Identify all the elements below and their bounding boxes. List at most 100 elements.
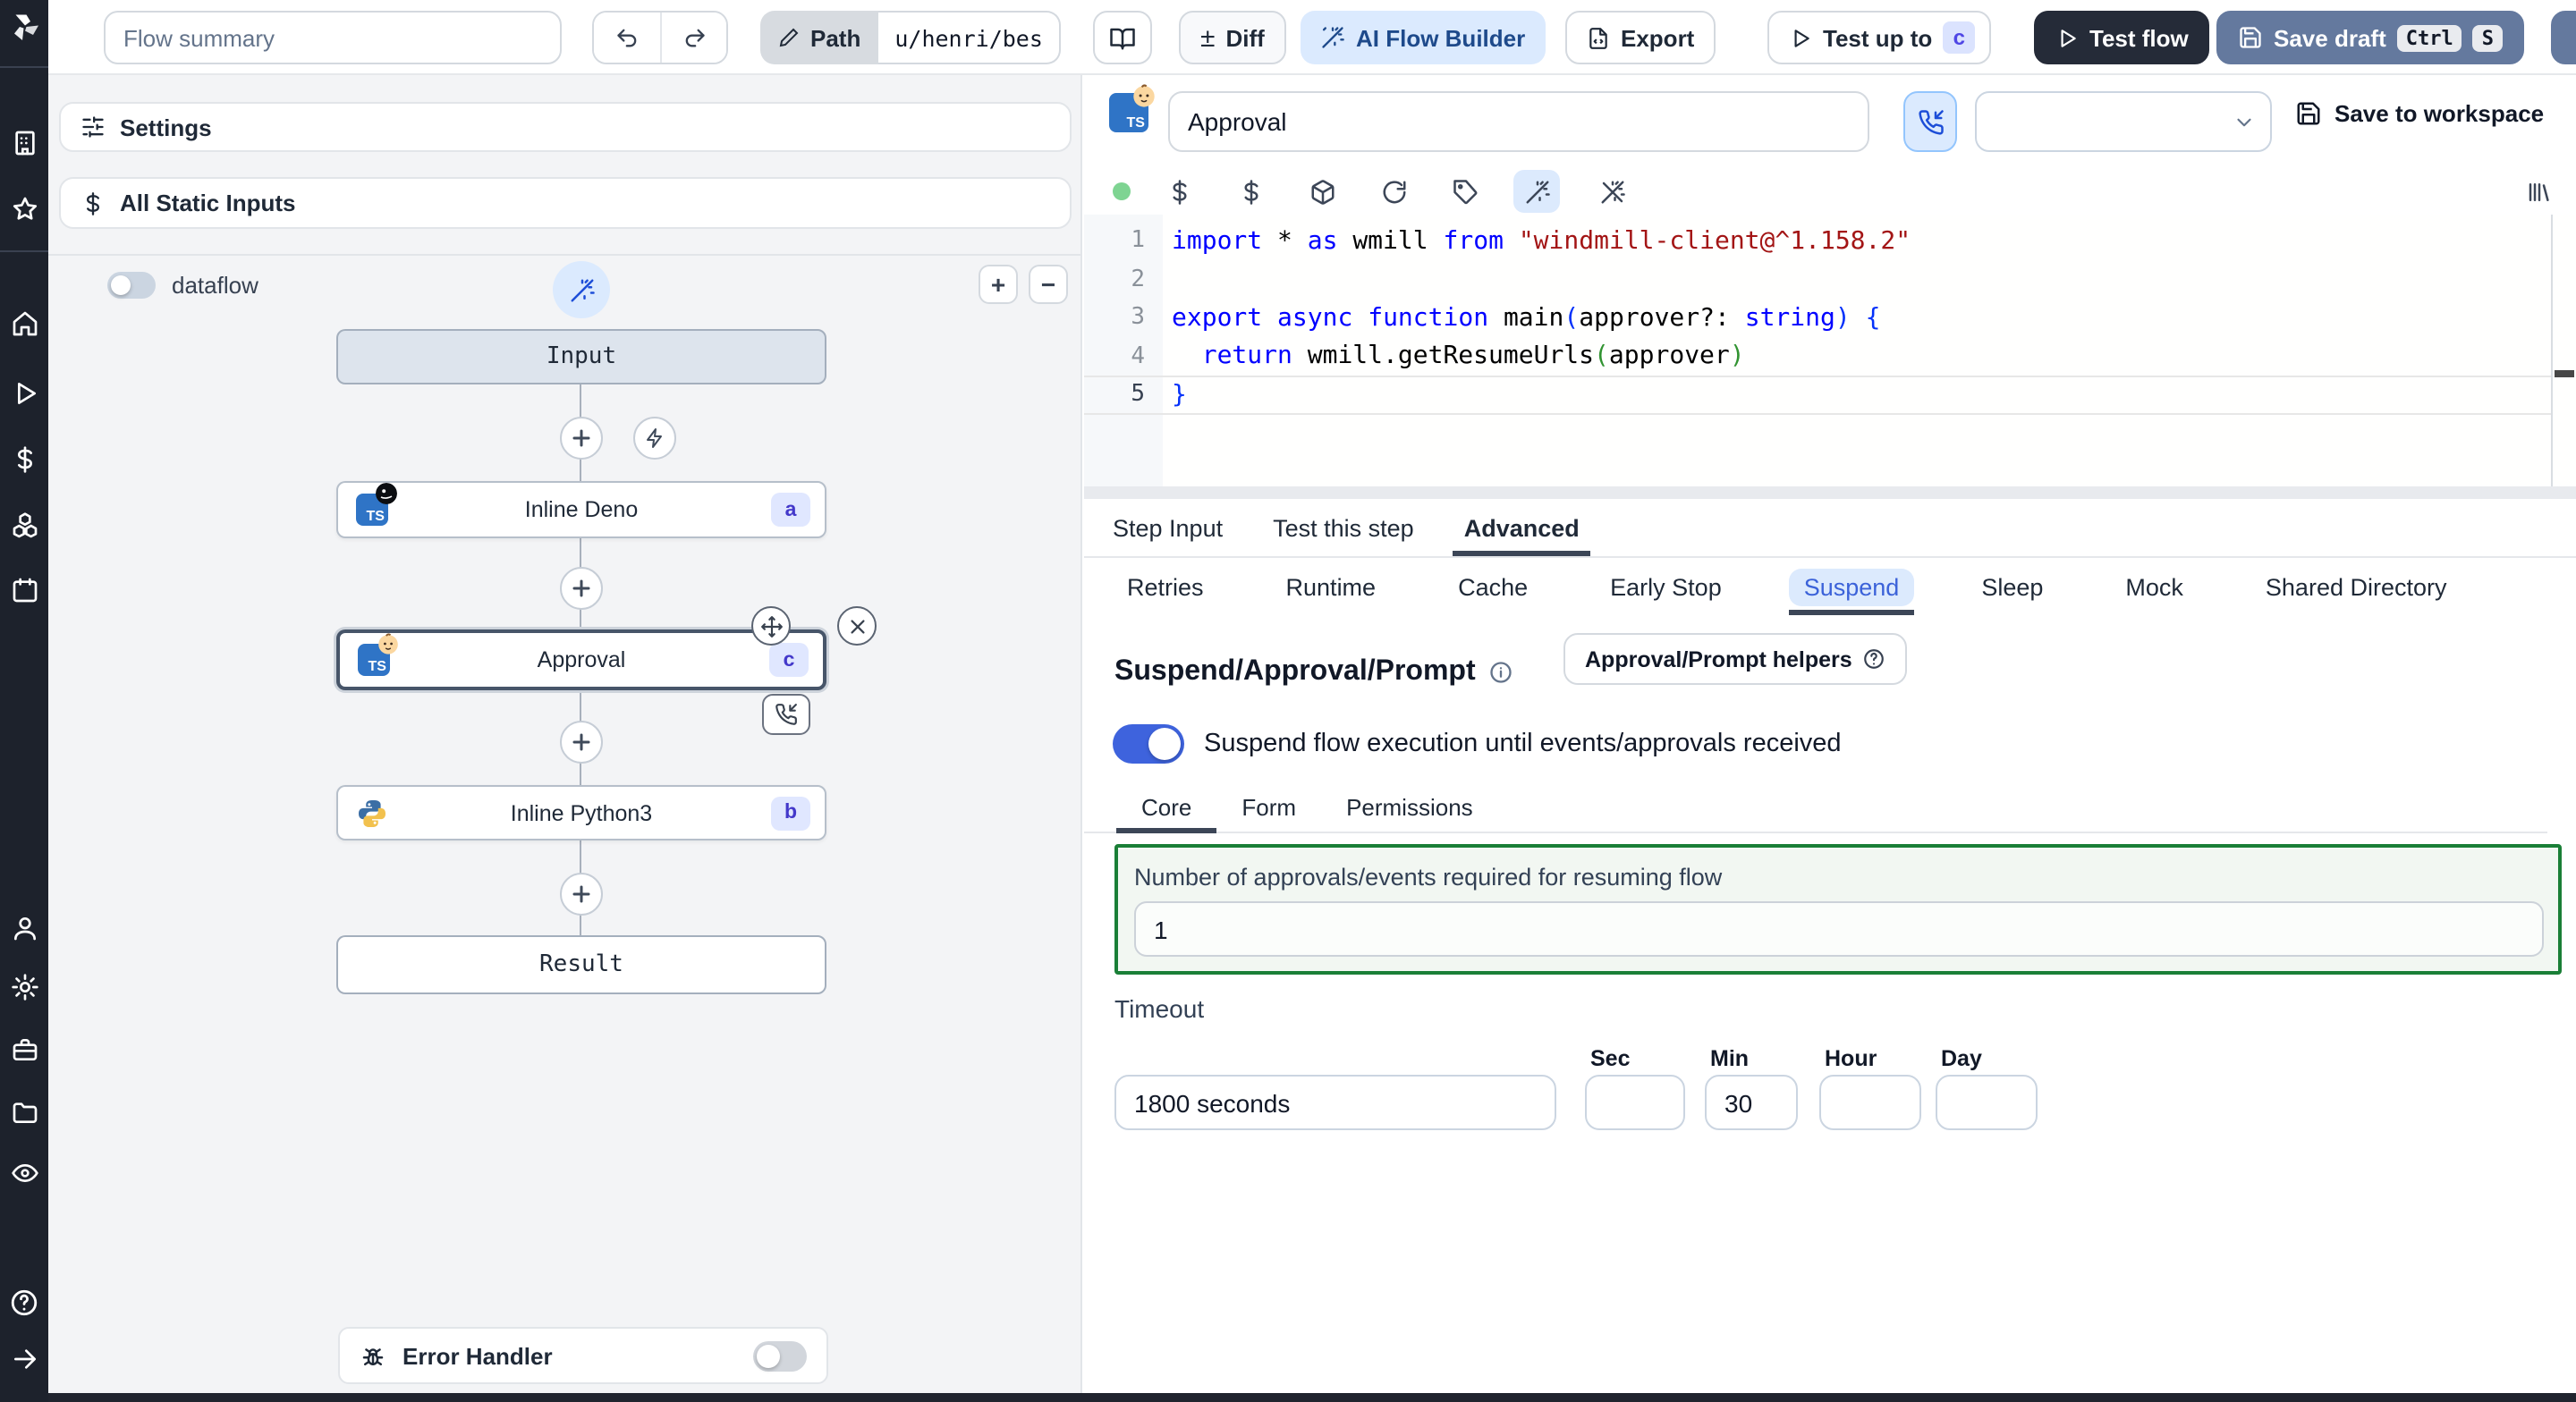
workspace-script-select[interactable] — [1975, 91, 2272, 152]
code-line-1[interactable]: 1 import * as wmill from "windmill-client… — [1084, 222, 2551, 260]
suspend-phone-button[interactable] — [1903, 91, 1957, 152]
approvals-required-group: Number of approvals/events required for … — [1114, 844, 2562, 975]
tab-core[interactable]: Core — [1116, 783, 1217, 833]
undo-button[interactable] — [594, 13, 660, 63]
approvals-required-input[interactable] — [1134, 901, 2544, 957]
subtab-early-stop[interactable]: Early Stop — [1596, 558, 1736, 615]
add-trigger-button[interactable] — [633, 417, 676, 460]
deploy-button-partial[interactable] — [2551, 11, 2576, 64]
subtab-retries[interactable]: Retries — [1113, 558, 1218, 615]
approval-prompt-helpers-button[interactable]: Approval/Prompt helpers — [1563, 633, 1908, 685]
ai-assistant-button[interactable] — [1513, 170, 1560, 213]
ai-off-button[interactable] — [1589, 170, 1635, 213]
all-static-inputs-button[interactable]: All Static Inputs — [59, 177, 1072, 229]
timeout-day-input[interactable] — [1936, 1075, 2038, 1130]
timeout-summary-input[interactable] — [1114, 1075, 1556, 1130]
baby-emoji-icon — [378, 633, 398, 655]
error-handler-card[interactable]: Error Handler — [338, 1327, 828, 1384]
dataflow-toggle[interactable] — [107, 272, 156, 299]
play-icon[interactable] — [8, 377, 40, 410]
flow-node-step-b[interactable]: Inline Python3 b — [336, 785, 826, 840]
save-icon — [2297, 102, 2320, 125]
subtab-cache[interactable]: Cache — [1444, 558, 1542, 615]
tab-test-this-step[interactable]: Test this step — [1273, 499, 1414, 556]
arrow-right-icon[interactable] — [8, 1343, 40, 1375]
add-step-button[interactable] — [560, 873, 603, 916]
building-icon[interactable] — [8, 127, 40, 159]
library-button[interactable] — [2515, 170, 2562, 213]
subtab-runtime[interactable]: Runtime — [1272, 558, 1391, 615]
move-step-button[interactable] — [751, 606, 791, 646]
kbd-s: S — [2472, 24, 2503, 51]
user-icon[interactable] — [8, 912, 40, 944]
timeout-min-input[interactable] — [1705, 1075, 1798, 1130]
node-label: Inline Deno — [524, 497, 639, 522]
save-draft-button[interactable]: Save draft Ctrl S — [2216, 11, 2524, 64]
code-line-4[interactable]: 4 return wmill.getResumeUrls(approver) — [1084, 337, 2551, 376]
flow-node-step-a[interactable]: TS Inline Deno a — [336, 481, 826, 538]
gear-icon[interactable] — [8, 971, 40, 1003]
add-step-button[interactable] — [560, 721, 603, 764]
zoom-out-button[interactable]: − — [1029, 265, 1068, 304]
timeout-sec-input[interactable] — [1585, 1075, 1685, 1130]
tab-step-input[interactable]: Step Input — [1113, 499, 1223, 556]
test-up-to-button[interactable]: Test up to c — [1767, 11, 1992, 64]
reload-button[interactable] — [1370, 170, 1417, 213]
info-icon[interactable] — [1488, 660, 1513, 685]
timeout-hour-input[interactable] — [1819, 1075, 1921, 1130]
redo-button[interactable] — [660, 13, 726, 63]
ai-flow-builder-button[interactable]: AI Flow Builder — [1301, 11, 1546, 64]
tab-form[interactable]: Form — [1216, 783, 1321, 832]
ai-graph-wand-button[interactable] — [553, 261, 610, 318]
help-icon[interactable] — [8, 1286, 40, 1318]
flow-summary-input[interactable] — [104, 11, 562, 64]
flow-node-input[interactable]: Input — [336, 329, 826, 384]
step-name-input[interactable] — [1168, 91, 1869, 152]
tab-advanced[interactable]: Advanced — [1453, 499, 1589, 556]
star-icon[interactable] — [8, 193, 40, 225]
boxes-icon[interactable] — [8, 510, 40, 542]
variables-button[interactable] — [1227, 170, 1274, 213]
suspend-phone-badge[interactable] — [762, 694, 810, 735]
flow-settings-button[interactable]: Settings — [59, 102, 1072, 152]
diff-button[interactable]: ± Diff — [1179, 11, 1286, 64]
code-line-2[interactable]: 2 — [1084, 260, 2551, 299]
folder-icon[interactable] — [8, 1096, 40, 1128]
code-line-5[interactable]: 5} — [1084, 376, 2551, 414]
editor-scrollbar[interactable] — [2551, 215, 2576, 486]
flow-node-result[interactable]: Result — [336, 935, 826, 994]
home-icon[interactable] — [8, 308, 40, 340]
rail-divider — [0, 250, 48, 252]
path-label: Path — [810, 24, 861, 51]
plus-icon — [572, 429, 590, 447]
add-step-button[interactable] — [560, 567, 603, 610]
test-flow-button[interactable]: Test flow — [2034, 11, 2210, 64]
calendar-icon[interactable] — [8, 574, 40, 606]
eye-icon[interactable] — [8, 1157, 40, 1189]
suspend-toggle[interactable] — [1113, 724, 1184, 764]
export-button[interactable]: Export — [1565, 11, 1716, 64]
subtab-suspend[interactable]: Suspend — [1789, 558, 1914, 615]
subtab-sleep[interactable]: Sleep — [1967, 558, 2057, 615]
flow-node-step-c-selected[interactable]: TS Approval c — [336, 629, 826, 690]
package-button[interactable] — [1299, 170, 1345, 213]
path-button[interactable]: Path — [760, 11, 879, 64]
code-editor[interactable]: 1 import * as wmill from "windmill-client… — [1084, 215, 2576, 486]
dollar-icon[interactable] — [8, 443, 40, 476]
save-to-workspace-button[interactable]: Save to workspace — [2295, 100, 2544, 127]
delete-step-button[interactable] — [837, 606, 877, 646]
toolbox-icon[interactable] — [8, 1034, 40, 1066]
error-handler-toggle[interactable] — [753, 1340, 807, 1371]
tab-permissions[interactable]: Permissions — [1321, 783, 1498, 832]
windmill-logo-icon[interactable] — [8, 11, 40, 43]
diff-label: Diff — [1225, 24, 1265, 51]
path-value[interactable]: u/henri/bes — [878, 11, 1061, 64]
subtab-mock[interactable]: Mock — [2111, 558, 2198, 615]
tag-button[interactable] — [1442, 170, 1488, 213]
add-step-button[interactable] — [560, 417, 603, 460]
subtab-shared-directory[interactable]: Shared Directory — [2251, 558, 2462, 615]
code-line-3[interactable]: 3 export async function main(approver?: s… — [1084, 299, 2551, 337]
assets-button[interactable] — [1156, 170, 1202, 213]
docs-button[interactable] — [1093, 11, 1152, 64]
zoom-in-button[interactable]: + — [979, 265, 1018, 304]
